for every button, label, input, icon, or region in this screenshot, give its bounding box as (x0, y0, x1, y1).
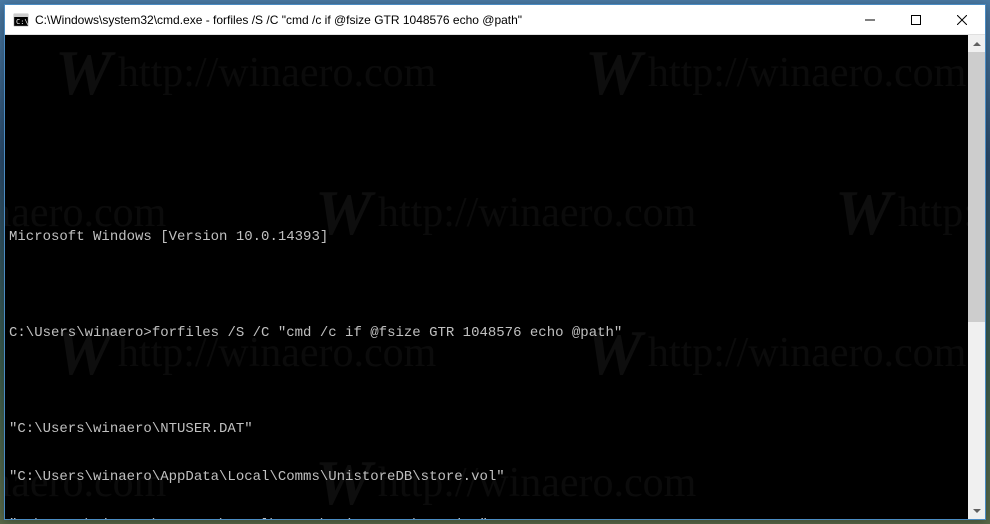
terminal-prompt: C:\Users\winaero> (9, 325, 152, 341)
watermark: Whttp://winaero.com (315, 205, 696, 221)
window-controls (847, 5, 985, 34)
watermark: Whttp://winaero.com (585, 65, 966, 81)
titlebar[interactable]: C:\ C:\Windows\system32\cmd.exe - forfil… (5, 5, 985, 35)
terminal-line: Microsoft Windows [Version 10.0.14393] (9, 229, 964, 245)
watermark: Whttp://winaero.com (5, 205, 166, 221)
vertical-scrollbar[interactable] (968, 35, 985, 519)
watermark: Whttp://winaero.com (585, 345, 966, 361)
terminal-prompt-line: C:\Users\winaero>forfiles /S /C "cmd /c … (9, 325, 964, 341)
terminal-output-line: "C:\Users\winaero\AppData\Local\Comms\Un… (9, 517, 964, 519)
scroll-track[interactable] (968, 52, 985, 502)
terminal-content[interactable]: Whttp://winaero.com Whttp://winaero.com … (5, 35, 968, 519)
terminal-output-line: "C:\Users\winaero\AppData\Local\Comms\Un… (9, 469, 964, 485)
window-title: C:\Windows\system32\cmd.exe - forfiles /… (35, 13, 847, 27)
scroll-down-button[interactable] (968, 502, 985, 519)
close-button[interactable] (939, 5, 985, 34)
watermark: Whttp://winaero.com (835, 205, 968, 221)
watermark: Whttp://winaero.com (55, 65, 436, 81)
scroll-up-button[interactable] (968, 35, 985, 52)
terminal-line (9, 277, 964, 293)
terminal-area: Whttp://winaero.com Whttp://winaero.com … (5, 35, 985, 519)
cmd-window: C:\ C:\Windows\system32\cmd.exe - forfil… (4, 4, 986, 520)
watermark: Whttp://winaero.com (55, 345, 436, 361)
terminal-output-line: "C:\Users\winaero\NTUSER.DAT" (9, 421, 964, 437)
cmd-icon: C:\ (13, 12, 29, 28)
terminal-line (9, 373, 964, 389)
maximize-button[interactable] (893, 5, 939, 34)
svg-text:C:\: C:\ (16, 18, 29, 26)
scroll-thumb[interactable] (968, 52, 985, 322)
minimize-button[interactable] (847, 5, 893, 34)
terminal-command: forfiles /S /C "cmd /c if @fsize GTR 104… (152, 325, 622, 341)
